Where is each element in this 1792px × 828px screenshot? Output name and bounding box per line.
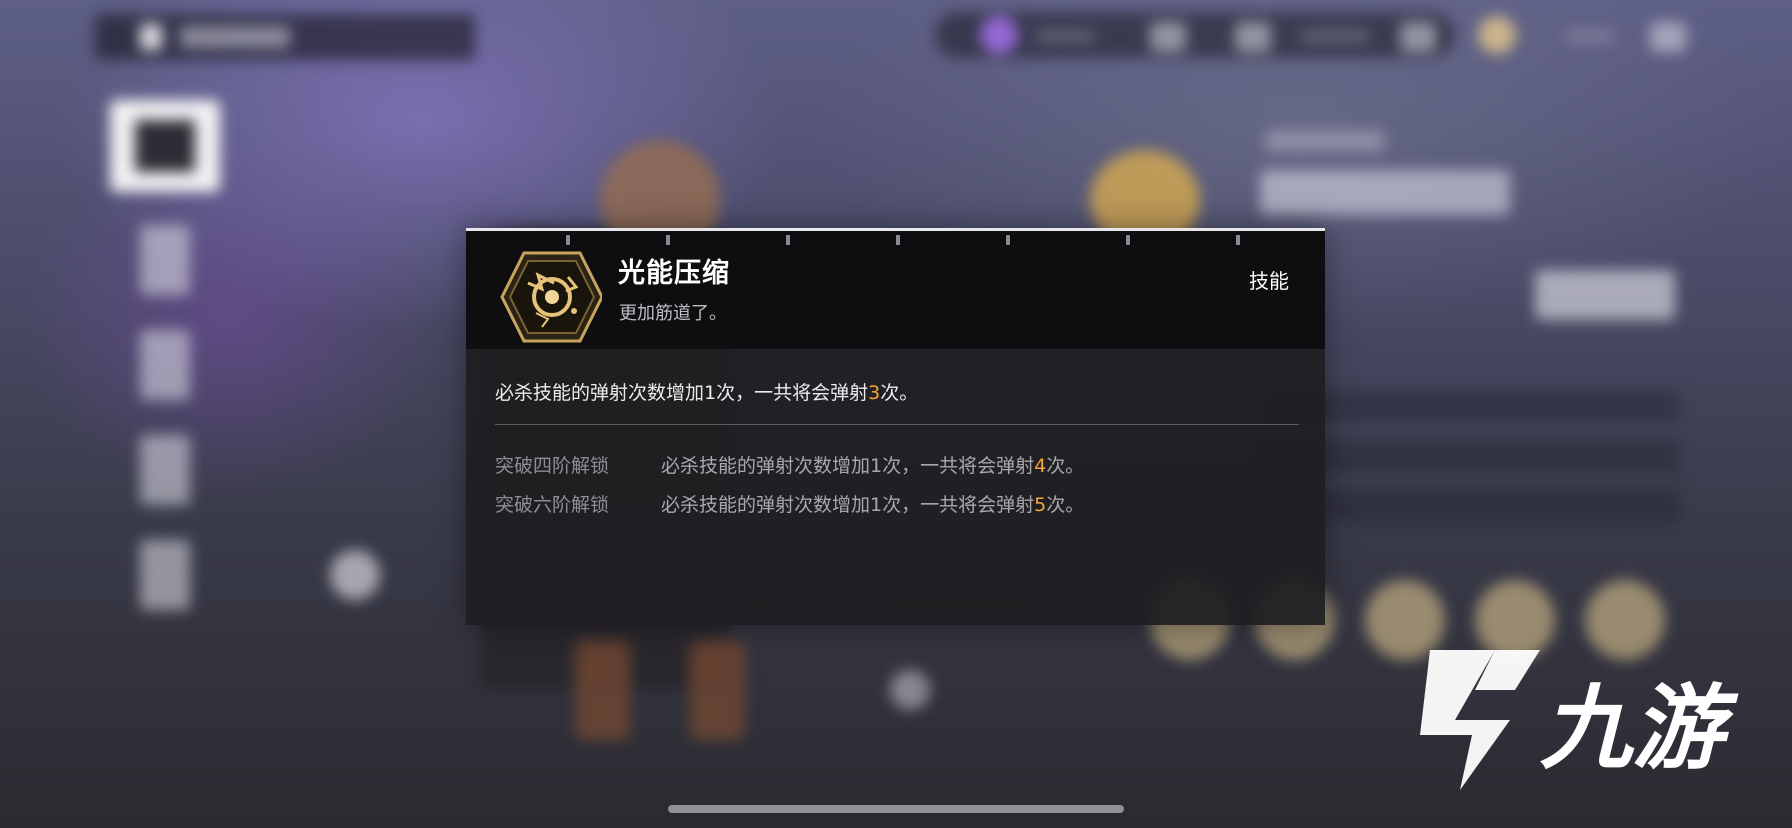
unlock-suffix: 次。	[1046, 494, 1085, 516]
header-tick	[1006, 235, 1010, 245]
unlock-label: 突破六阶解锁	[495, 494, 610, 516]
unlock-suffix: 次。	[1046, 455, 1085, 477]
character-leg	[690, 640, 745, 740]
description-text: 必杀技能的弹射次数增加1次，一共将会弹射	[495, 382, 869, 404]
unlock-text: 必杀技能的弹射次数增加1次，一共将会弹射	[661, 494, 1035, 516]
skill-name: 光能压缩	[618, 258, 730, 289]
menu-icon[interactable]	[1650, 22, 1686, 52]
resource-icon[interactable]	[1400, 22, 1436, 52]
top-bar-title	[180, 26, 290, 48]
skill-detail-popup[interactable]: 光能压缩 更加筋道了。 技能 必杀技能的弹射次数增加1次，一共将会弹射3次。 突…	[466, 228, 1325, 625]
detail-button[interactable]	[1535, 270, 1675, 320]
unlock-text: 必杀技能的弹射次数增加1次，一共将会弹射	[661, 455, 1035, 477]
jiuyou-watermark-logo: 九游	[1420, 650, 1739, 790]
resource-amount	[1300, 30, 1370, 42]
unlock-row: 突破六阶解锁 必杀技能的弹射次数增加1次，一共将会弹射5次。	[495, 490, 1084, 517]
resource-icon[interactable]	[1235, 22, 1271, 52]
light-orb	[890, 670, 930, 710]
skill-subtitle: 更加筋道了。	[619, 303, 727, 324]
header-tick	[566, 235, 570, 245]
header-tick	[1236, 235, 1240, 245]
currency-gem-icon[interactable]	[980, 16, 1018, 54]
character-level	[1265, 130, 1385, 152]
skill-type-label: 技能	[1249, 269, 1289, 293]
hexagon-skill-icon	[500, 251, 602, 343]
unlock-label: 突破四阶解锁	[495, 455, 610, 477]
skill-description: 必杀技能的弹射次数增加1次，一共将会弹射3次。	[495, 378, 918, 405]
header-tick	[666, 235, 670, 245]
light-orb	[330, 550, 380, 600]
bounce-count: 3	[868, 382, 881, 404]
sidebar-tab[interactable]	[140, 540, 190, 610]
coin-icon[interactable]	[1478, 16, 1516, 54]
coin-amount	[1565, 30, 1615, 42]
bounce-count: 5	[1034, 494, 1047, 516]
header-tick	[1126, 235, 1130, 245]
sidebar-logo-mark	[135, 120, 195, 172]
resource-icon[interactable]	[1150, 22, 1186, 52]
bounce-count: 4	[1034, 455, 1047, 477]
header-tick	[896, 235, 900, 245]
watermark-text: 九游	[1540, 675, 1739, 782]
home-indicator[interactable]	[668, 805, 1124, 813]
description-suffix: 次。	[880, 382, 919, 404]
unlock-row: 突破四阶解锁 必杀技能的弹射次数增加1次，一共将会弹射4次。	[495, 451, 1084, 478]
header-tick	[786, 235, 790, 245]
sidebar-tab[interactable]	[140, 435, 190, 505]
currency-amount	[1035, 30, 1095, 42]
popup-header: 光能压缩 更加筋道了。 技能	[466, 228, 1325, 349]
back-arrow-icon[interactable]	[140, 24, 162, 50]
character-name	[1260, 170, 1510, 215]
sidebar-tab[interactable]	[140, 225, 190, 295]
character-leg	[575, 640, 630, 740]
sidebar-tab[interactable]	[140, 330, 190, 400]
divider	[495, 424, 1299, 425]
